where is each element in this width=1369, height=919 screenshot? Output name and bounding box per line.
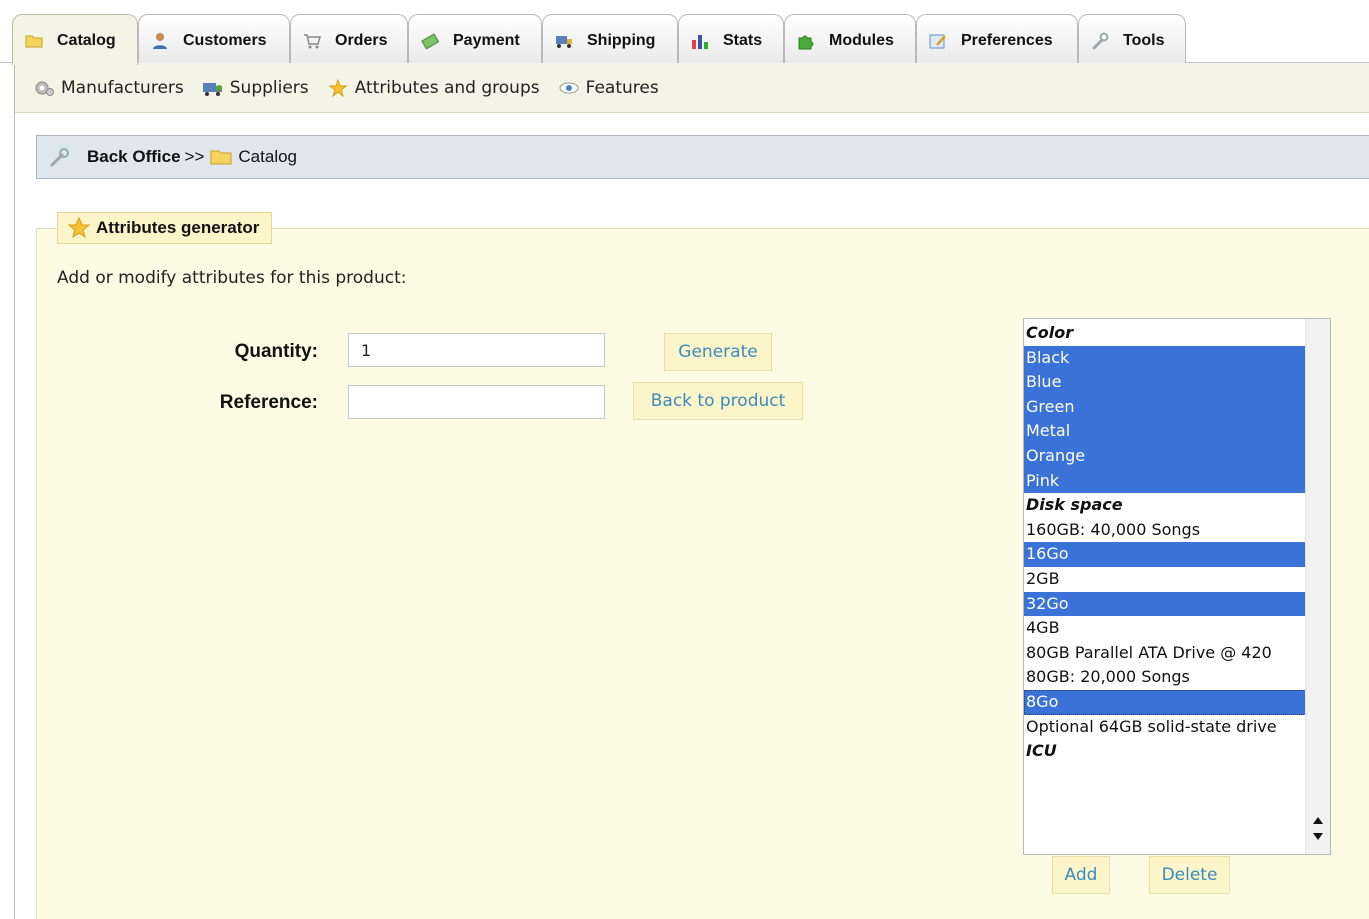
preferences-icon xyxy=(929,34,946,49)
tab-catalog[interactable]: Catalog xyxy=(12,14,138,65)
listbox-scrollbar[interactable] xyxy=(1305,319,1330,854)
attribute-option[interactable]: Metal xyxy=(1024,419,1306,444)
tab-payment[interactable]: Payment xyxy=(408,14,542,64)
attribute-option[interactable]: Orange xyxy=(1024,443,1306,469)
add-attribute-button[interactable]: Add xyxy=(1052,856,1110,894)
tab-shipping[interactable]: Shipping xyxy=(542,14,678,64)
attribute-option[interactable]: Pink xyxy=(1024,468,1306,494)
tab-label: Tools xyxy=(1123,32,1165,49)
content-frame-border xyxy=(14,113,15,919)
breadcrumb-current[interactable]: Catalog xyxy=(238,147,297,167)
attribute-option[interactable]: 160GB: 40,000 Songs xyxy=(1024,518,1306,543)
attribute-option[interactable]: 4GB xyxy=(1024,616,1306,641)
subnav-label: Suppliers xyxy=(229,77,309,98)
tab-label: Customers xyxy=(183,32,267,49)
attribute-option[interactable]: 2GB xyxy=(1024,567,1306,592)
truck-icon xyxy=(556,36,572,48)
attribute-option[interactable]: Optional 64GB solid-state drive xyxy=(1024,715,1306,740)
stats-icon xyxy=(692,35,708,49)
tab-label: Preferences xyxy=(961,32,1053,49)
quantity-input[interactable] xyxy=(348,333,605,367)
subnav-suppliers[interactable]: Suppliers xyxy=(202,78,309,98)
attribute-option[interactable]: 80GB Parallel ATA Drive @ 420 xyxy=(1024,641,1306,666)
tab-customers[interactable]: Customers xyxy=(138,14,290,64)
wrench-icon xyxy=(1092,32,1109,50)
tab-label: Orders xyxy=(335,32,388,49)
supplier-truck-icon xyxy=(202,82,222,96)
eye-icon xyxy=(559,82,579,93)
tab-tools[interactable]: Tools xyxy=(1078,14,1186,64)
attribute-option-list: Color Black Blue Green Metal Orange Pink Disk s… xyxy=(1024,321,1306,764)
tab-label: Modules xyxy=(829,32,894,49)
folder-icon xyxy=(210,150,232,165)
cart-icon xyxy=(304,34,321,49)
subnav-manufacturers[interactable]: Manufacturers xyxy=(33,78,184,98)
attribute-option[interactable]: Blue xyxy=(1024,370,1306,395)
tab-orders[interactable]: Orders xyxy=(290,14,408,64)
subnav-label: Attributes and groups xyxy=(354,77,540,98)
breadcrumb-separator: >> xyxy=(184,147,205,166)
delete-attribute-button[interactable]: Delete xyxy=(1149,856,1230,894)
reference-label: Reference: xyxy=(219,392,318,413)
tab-preferences[interactable]: Preferences xyxy=(916,14,1078,64)
gear-icon xyxy=(35,81,54,96)
subnav-attributes-and-groups[interactable]: Attributes and groups xyxy=(327,78,540,98)
main-tab-bar: Catalog Customers Orders Payment Shippin… xyxy=(0,0,1369,65)
attribute-option[interactable]: 32Go xyxy=(1024,591,1306,617)
optgroup-label: Disk space xyxy=(1026,495,1123,515)
breadcrumb: Back Office >> Catalog xyxy=(36,135,1369,179)
subnav-features[interactable]: Features xyxy=(558,78,659,98)
panel-legend: Attributes generator xyxy=(57,212,273,244)
back-to-product-button[interactable]: Back to product xyxy=(633,382,803,420)
tab-label: Payment xyxy=(453,32,520,49)
breadcrumb-back-office-link[interactable]: Back Office xyxy=(87,147,181,167)
subnav-label: Features xyxy=(585,77,659,98)
tab-stats[interactable]: Stats xyxy=(678,14,784,64)
scroll-up-icon[interactable] xyxy=(1313,817,1323,824)
attribute-multiselect[interactable]: Color Black Blue Green Metal Orange Pink Disk s… xyxy=(1023,318,1331,855)
attribute-star-icon xyxy=(328,78,348,97)
attribute-option[interactable]: Black xyxy=(1024,345,1306,371)
quantity-label: Quantity: xyxy=(234,341,318,362)
tab-modules[interactable]: Modules xyxy=(784,14,916,64)
attribute-option[interactable]: 8Go xyxy=(1024,689,1306,715)
generate-button[interactable]: Generate xyxy=(664,333,772,371)
optgroup-label: Color xyxy=(1026,323,1074,342)
scroll-down-icon[interactable] xyxy=(1313,833,1323,840)
customer-icon xyxy=(153,33,167,49)
tab-label: Catalog xyxy=(57,32,116,49)
folder-icon xyxy=(25,35,43,48)
legend-title: Attributes generator xyxy=(96,218,260,237)
money-icon xyxy=(421,33,439,50)
puzzle-icon xyxy=(798,35,814,50)
sub-navigation: Manufacturers Suppliers Attributes and g… xyxy=(14,63,1369,113)
tab-label: Shipping xyxy=(587,32,656,49)
reference-input[interactable] xyxy=(348,385,605,419)
tab-label: Stats xyxy=(723,32,763,49)
wrench-icon xyxy=(50,148,69,167)
attribute-option[interactable]: 80GB: 20,000 Songs xyxy=(1024,665,1306,690)
attribute-option[interactable]: Green xyxy=(1024,394,1306,420)
subnav-label: Manufacturers xyxy=(61,77,184,98)
attribute-star-icon xyxy=(68,217,90,239)
intro-text: Add or modify attributes for this produc… xyxy=(57,268,407,288)
attribute-option[interactable]: 16Go xyxy=(1024,542,1306,567)
optgroup-label: ICU xyxy=(1026,741,1057,761)
